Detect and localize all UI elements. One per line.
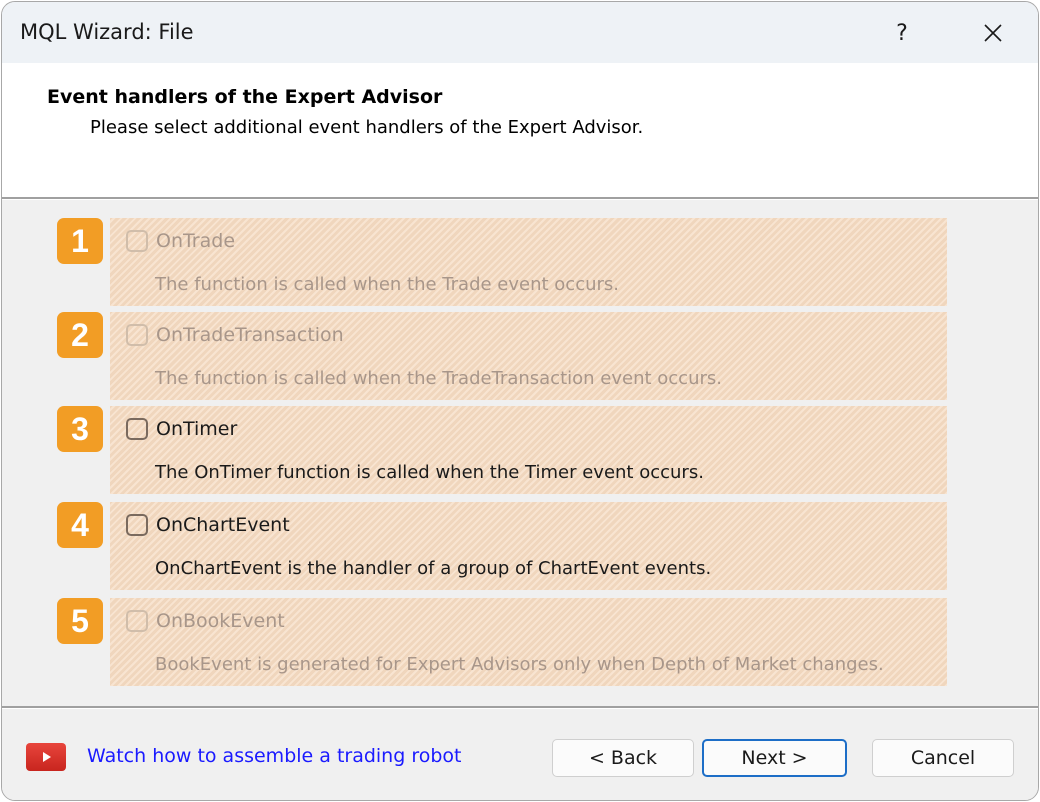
onchartevent-checkbox[interactable] (126, 514, 148, 536)
cancel-button[interactable]: Cancel (872, 739, 1014, 777)
handler-label: OnChartEvent (156, 514, 290, 536)
next-button[interactable]: Next > (702, 739, 847, 777)
ontradetransaction-checkbox[interactable] (126, 324, 148, 346)
step-badge: 2 (57, 312, 103, 358)
page-subtitle: Please select additional event handlers … (90, 117, 644, 138)
step-badge: 5 (57, 598, 103, 644)
page-title: Event handlers of the Expert Advisor (47, 86, 443, 108)
wizard-footer: Watch how to assemble a trading robot < … (2, 709, 1038, 800)
ontrade-checkbox[interactable] (126, 230, 148, 252)
close-icon (984, 24, 1002, 42)
handler-description: The function is called when the Trade ev… (155, 274, 620, 295)
handler-description: OnChartEvent is the handler of a group o… (155, 558, 712, 579)
youtube-play-icon[interactable] (26, 743, 66, 771)
help-icon: ? (896, 20, 908, 46)
handler-item-ontrade: OnTrade The function is called when the … (110, 218, 947, 306)
wizard-header: Event handlers of the Expert Advisor Ple… (2, 63, 1038, 197)
title-bar: MQL Wizard: File ? (2, 2, 1038, 63)
watch-video-link[interactable]: Watch how to assemble a trading robot (87, 745, 461, 767)
wizard-dialog: MQL Wizard: File ? Event handlers of the… (1, 1, 1039, 801)
handler-description: The function is called when the TradeTra… (155, 368, 722, 389)
handler-description: BookEvent is generated for Expert Adviso… (155, 654, 884, 675)
handler-item-onbookevent: OnBookEvent BookEvent is generated for E… (110, 598, 947, 686)
handler-item-onchartevent: OnChartEvent OnChartEvent is the handler… (110, 502, 947, 590)
handler-item-ontimer: OnTimer The OnTimer function is called w… (110, 406, 947, 494)
handler-label: OnTimer (156, 418, 238, 440)
ontimer-checkbox[interactable] (126, 418, 148, 440)
back-button[interactable]: < Back (552, 739, 694, 777)
handler-item-ontradetransaction: OnTradeTransaction The function is calle… (110, 312, 947, 400)
close-button[interactable] (969, 14, 1017, 52)
step-badge: 1 (57, 218, 103, 264)
step-badge: 3 (57, 406, 103, 452)
onbookevent-checkbox[interactable] (126, 610, 148, 632)
event-handler-list: 1 OnTrade The function is called when th… (2, 200, 1038, 706)
help-button[interactable]: ? (878, 14, 926, 52)
window-title: MQL Wizard: File (20, 20, 194, 44)
handler-label: OnTradeTransaction (156, 324, 344, 346)
handler-description: The OnTimer function is called when the … (155, 462, 704, 483)
step-badge: 4 (57, 502, 103, 548)
handler-label: OnBookEvent (156, 610, 285, 632)
handler-label: OnTrade (156, 230, 236, 252)
